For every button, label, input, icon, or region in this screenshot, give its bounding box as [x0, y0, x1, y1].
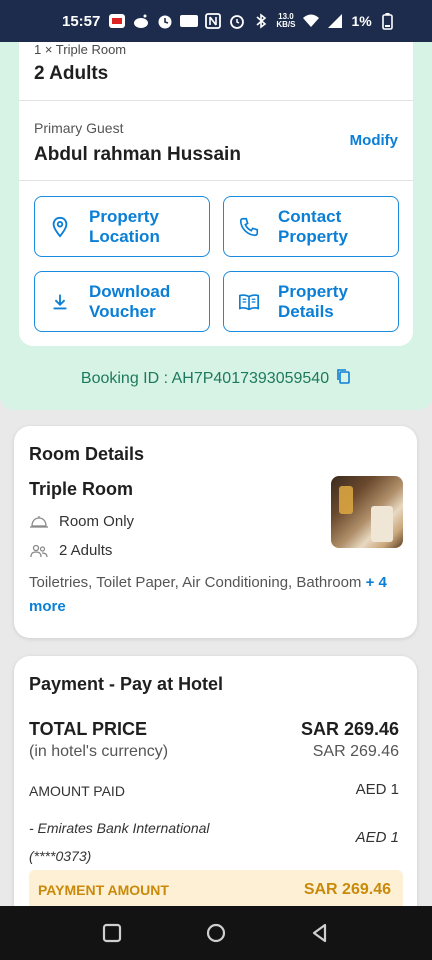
copy-icon[interactable]: [335, 368, 351, 389]
room-details-card: Room Details Triple Room Room Only 2 Adu…: [14, 426, 417, 638]
payment-amount-box: PAYMENT AMOUNT SAR 269.46: [29, 870, 403, 910]
meal-cloche-icon: [29, 514, 49, 530]
navigation-bar: [0, 906, 432, 960]
modify-guest-button[interactable]: Modify: [350, 132, 398, 149]
payment-card: Payment - Pay at Hotel TOTAL PRICE SAR 2…: [14, 656, 417, 916]
battery-icon: [378, 12, 396, 30]
notification-app-icon: [108, 12, 126, 30]
card-number: (****0373): [29, 848, 92, 864]
room-photo[interactable]: [331, 476, 403, 548]
back-button[interactable]: [305, 918, 335, 948]
currency-note: (in hotel's currency): [29, 743, 169, 760]
payment-title: Payment - Pay at Hotel: [29, 674, 224, 694]
property-details-button[interactable]: Property Details: [223, 271, 399, 332]
circle-icon: [206, 923, 226, 943]
payment-amount-value: SAR 269.46: [303, 881, 391, 898]
bank-info: - Emirates Bank International (****0373): [29, 814, 259, 870]
divider: [19, 180, 413, 181]
bluetooth-icon: [252, 12, 270, 30]
status-time: 15:57: [62, 12, 101, 30]
occupancy-text: 2 Adults: [59, 542, 113, 559]
recents-button[interactable]: [97, 918, 127, 948]
reddit-icon: [132, 12, 150, 30]
signal-icon: [326, 12, 344, 30]
square-icon: [102, 923, 122, 943]
primary-guest-name: Abdul rahman Hussain: [34, 144, 241, 165]
meal-plan-row: Room Only: [29, 513, 134, 530]
alarm-icon: [156, 12, 174, 30]
location-pin-icon: [47, 214, 73, 240]
download-voucher-button[interactable]: Download Voucher: [34, 271, 210, 332]
divider: [19, 100, 413, 101]
amount-paid-value: AED 1: [355, 781, 399, 798]
booking-card: 1 × Triple Room 2 Adults Primary Guest A…: [19, 42, 413, 346]
occupancy-row: 2 Adults: [29, 542, 112, 559]
amenities-list: Toiletries, Toilet Paper, Air Conditioni…: [29, 571, 409, 619]
room-type-line: 1 × Triple Room: [34, 42, 127, 57]
wifi-icon: [302, 12, 320, 30]
room-details-title: Room Details: [29, 444, 145, 464]
triangle-back-icon: [312, 923, 327, 943]
bank-name: - Emirates Bank International: [29, 820, 210, 836]
battery-percent: 1%: [351, 13, 372, 29]
network-speed: 13.0 KB/S: [276, 12, 296, 29]
booking-summary-section: 1 × Triple Room 2 Adults Primary Guest A…: [0, 42, 432, 410]
booking-id-text: Booking ID : AH7P4017393059540: [80, 369, 330, 387]
total-price-label: TOTAL PRICE: [29, 719, 148, 739]
status-icons: 13.0 KB/S 1%: [108, 12, 395, 30]
primary-guest-label: Primary Guest: [34, 120, 124, 136]
booking-id: Booking ID : AH7P4017393059540: [0, 368, 432, 389]
currency-value: SAR 269.46: [312, 743, 399, 760]
contact-property-button[interactable]: Contact Property: [223, 196, 399, 257]
amount-paid-label: AMOUNT PAID: [29, 783, 125, 799]
book-icon: [236, 289, 262, 315]
bank-amount: AED 1: [355, 829, 399, 846]
property-location-button[interactable]: Property Location: [34, 196, 210, 257]
people-icon: [29, 543, 49, 559]
alarm-clock-icon: [228, 12, 246, 30]
status-bar: 15:57 13.0 KB/S 1%: [0, 0, 432, 42]
home-button[interactable]: [201, 918, 231, 948]
phone-icon: [236, 214, 262, 240]
meal-plan-text: Room Only: [59, 513, 135, 530]
amenities-text: Toiletries, Toilet Paper, Air Conditioni…: [29, 574, 362, 591]
nfc-icon: [204, 12, 222, 30]
payment-amount-label: PAYMENT AMOUNT: [38, 882, 169, 898]
total-price-value: SAR 269.46: [300, 719, 399, 739]
download-icon: [47, 289, 73, 315]
guest-count: 2 Adults: [34, 63, 109, 84]
paytm-icon: [180, 12, 199, 30]
room-name: Triple Room: [29, 479, 134, 499]
